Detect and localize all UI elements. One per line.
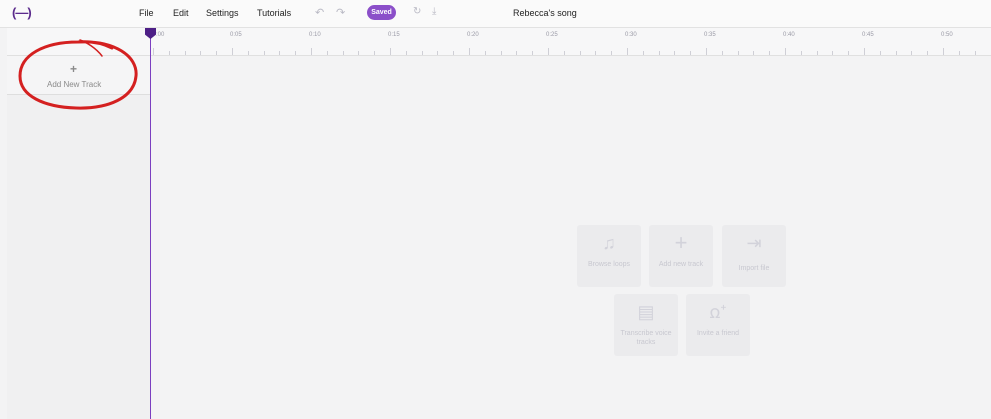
plus-icon: + — [70, 62, 78, 76]
ruler-tick — [453, 51, 455, 55]
ruler-tick — [153, 48, 154, 55]
invite-a-friend-label: Invite a friend — [696, 330, 740, 337]
ruler-tick — [390, 48, 391, 55]
ruler-tick — [895, 51, 897, 55]
ruler-tick — [911, 51, 913, 55]
ruler-tick — [326, 51, 328, 55]
plus-icon: + — [674, 230, 688, 255]
menu-tutorials[interactable]: Tutorials — [257, 8, 291, 18]
ruler-tick — [579, 51, 581, 55]
tick-label: :00 — [156, 32, 165, 38]
timeline-ruler[interactable]: :00 0:05 0:10 0:15 0:20 0:25 0:30 0:35 0… — [151, 28, 991, 56]
download-icon[interactable]: ⤓ — [432, 6, 436, 17]
ruler-tick — [295, 51, 297, 55]
invite-a-friend-card[interactable]: ꭥ⁺ Invite a friend — [686, 294, 750, 356]
ruler-tick — [627, 48, 628, 55]
ruler-tick — [785, 48, 786, 55]
ruler-tick — [611, 51, 613, 55]
ruler-tick — [358, 51, 360, 55]
ruler-tick — [437, 51, 439, 55]
ruler-tick — [279, 51, 281, 55]
ruler-tick — [311, 48, 312, 55]
ruler-tick — [816, 51, 818, 55]
ruler-tick — [548, 48, 549, 55]
ruler-tick — [484, 51, 486, 55]
add-new-track-card[interactable]: + Add new track — [649, 225, 713, 287]
ruler-tick — [753, 51, 755, 55]
ruler-tick — [943, 48, 944, 55]
import-file-label: Import file — [738, 265, 770, 272]
ruler-tick — [642, 51, 644, 55]
ruler-tick — [532, 51, 534, 55]
playhead-line — [150, 30, 151, 419]
tick-label: 0:40 — [783, 32, 795, 38]
top-bar: (—) File Edit Settings Tutorials ↶ ↷ Sav… — [0, 0, 991, 28]
menu-edit[interactable]: Edit — [173, 8, 189, 18]
transcribe-voice-tracks-label: Transcribe voice tracks — [620, 330, 672, 346]
ruler-tick — [974, 51, 976, 55]
sync-icon[interactable]: ↻ — [413, 6, 421, 17]
add-new-track-button[interactable]: + Add New Track — [7, 56, 150, 95]
ruler-tick — [769, 51, 771, 55]
ruler-tick — [563, 51, 565, 55]
document-icon: ▤ — [637, 302, 655, 322]
tick-label: 0:30 — [625, 32, 637, 38]
project-title[interactable]: Rebecca's song — [513, 8, 577, 18]
ruler-tick — [247, 51, 249, 55]
transcribe-voice-tracks-card[interactable]: ▤ Transcribe voice tracks — [614, 294, 678, 356]
add-new-track-card-label: Add new track — [658, 261, 704, 268]
ruler-tick — [516, 51, 518, 55]
ruler-tick — [690, 51, 692, 55]
ruler-tick — [879, 51, 881, 55]
ruler-tick — [800, 51, 802, 55]
tick-label: 0:10 — [309, 32, 321, 38]
ruler-tick — [500, 51, 502, 55]
music-note-icon: ♫ — [602, 233, 616, 253]
ruler-tick — [848, 51, 850, 55]
tick-label: 0:20 — [467, 32, 479, 38]
undo-icon[interactable]: ↶ — [315, 6, 324, 19]
ruler-tick — [342, 51, 344, 55]
app-logo[interactable]: (—) — [12, 5, 32, 20]
ruler-tick — [958, 51, 960, 55]
ruler-tick — [674, 51, 676, 55]
ruler-tick — [232, 48, 233, 55]
ruler-tick — [216, 51, 218, 55]
ruler-tick — [832, 51, 834, 55]
import-file-card[interactable]: ⇥ Import file — [722, 225, 786, 287]
saved-status-badge: Saved — [367, 5, 396, 20]
ruler-tick — [405, 51, 407, 55]
ruler-tick — [421, 51, 423, 55]
menu-settings[interactable]: Settings — [206, 8, 239, 18]
ruler-tick — [595, 51, 597, 55]
redo-icon[interactable]: ↷ — [336, 6, 345, 19]
ruler-tick — [706, 48, 707, 55]
ruler-tick — [927, 51, 929, 55]
ruler-tick — [864, 48, 865, 55]
ruler-tick — [200, 51, 202, 55]
tick-label: 0:50 — [941, 32, 953, 38]
tick-label: 0:35 — [704, 32, 716, 38]
track-workspace[interactable] — [151, 56, 991, 419]
menu-file[interactable]: File — [139, 8, 154, 18]
ruler-tick — [658, 51, 660, 55]
ruler-tick — [184, 51, 186, 55]
ruler-tick — [737, 51, 739, 55]
ruler-tick — [374, 51, 376, 55]
ruler-tick — [263, 51, 265, 55]
tick-label: 0:45 — [862, 32, 874, 38]
track-panel: + Add New Track — [7, 28, 151, 419]
add-new-track-label: Add New Track — [47, 80, 102, 89]
ruler-tick — [168, 51, 170, 55]
tick-label: 0:25 — [546, 32, 558, 38]
import-icon: ⇥ — [746, 233, 762, 253]
tick-label: 0:05 — [230, 32, 242, 38]
browse-loops-card[interactable]: ♫ Browse loops — [577, 225, 641, 287]
ruler-tick — [469, 48, 470, 55]
ruler-tick — [721, 51, 723, 55]
tick-label: 0:15 — [388, 32, 400, 38]
browse-loops-label: Browse loops — [587, 261, 631, 268]
add-person-icon: ꭥ⁺ — [709, 302, 727, 322]
track-panel-header — [7, 28, 150, 56]
